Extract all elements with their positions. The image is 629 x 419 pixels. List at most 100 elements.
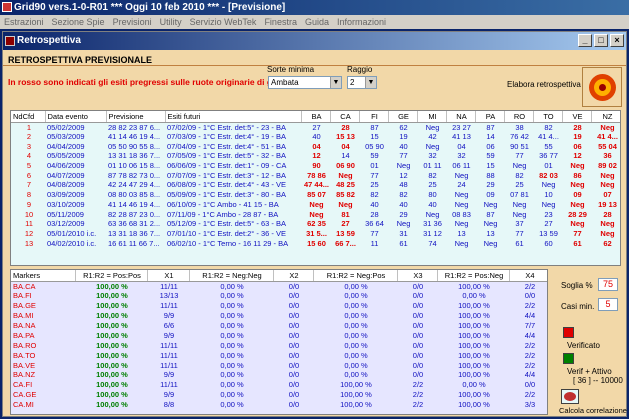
column-header[interactable]: CA [330, 111, 360, 123]
table-row[interactable]: 6 04/07/2009 87 78 82 73 0... 07/07/09 - 1°… [11, 170, 620, 180]
table-row[interactable]: 13 04/02/2010 i.c. 16 61 11 66 7... 06/02/1… [11, 238, 620, 248]
table-row[interactable]: BA.TO 100,00 % 11/11 0,00 % 0/0 0,00 % 0/0 100,… [11, 350, 547, 360]
table-cell: 2/2 [412, 390, 424, 400]
table-row[interactable]: BA.NZ 100,00 % 9/9 0,00 % 0/0 0,00 % 0/0 100,00… [11, 370, 547, 380]
table-row[interactable]: 7 04/08/2009 42 24 47 29 4... 06/08/09 - 1°… [11, 180, 620, 190]
column-header[interactable]: TO [533, 111, 563, 123]
table-cell: 0,00 % [344, 301, 368, 311]
calcola-button[interactable] [561, 389, 579, 404]
raggio-select[interactable]: 2 ▼ [347, 76, 377, 89]
table-row[interactable]: BA.MI 100,00 % 9/9 0,00 % 0/0 0,00 % 0/0 100,00… [11, 311, 547, 321]
column-header[interactable]: Markers [11, 270, 76, 282]
table-cell: 06/08/09 - 1°C Estr. det:4° - 43 - VE [167, 180, 286, 190]
table-cell: Neg [454, 238, 469, 248]
table-cell: 11 [370, 238, 379, 248]
table-row[interactable]: 1 05/02/2009 28 82 23 87 6... 07/02/09 - 1°… [11, 122, 620, 132]
table-cell: 03/10/2009 [47, 199, 85, 209]
table-row[interactable]: 8 03/09/2009 08 80 03 85 8... 05/09/09 - 1°… [11, 190, 620, 200]
menu-item[interactable]: Servizio WebTek [186, 15, 261, 29]
soglia-input[interactable]: 75 [598, 278, 618, 291]
table-cell: 25 [428, 180, 437, 190]
table-row[interactable]: 12 05/01/2010 i.c. 13 31 18 36 7... 07/01/1… [11, 229, 620, 239]
column-header[interactable]: X3 [397, 270, 438, 282]
table-row[interactable]: 10 05/11/2009 82 28 87 23 0... 07/11/09 - 1… [11, 209, 620, 219]
column-header[interactable]: R1:R2 = Pos:Pos [75, 270, 148, 282]
table-cell: 28 [370, 209, 379, 219]
column-header[interactable]: PA [475, 111, 505, 123]
table-cell: 15 60 [307, 238, 326, 248]
table-row[interactable]: BA.PA 100,00 % 9/9 0,00 % 0/0 0,00 % 0/0 100,00… [11, 330, 547, 340]
table-cell: 0,00 % [344, 321, 368, 330]
column-header[interactable]: RO [504, 111, 534, 123]
column-header[interactable]: Previsione [106, 111, 166, 123]
table-cell: 0,00 % [462, 380, 486, 390]
table-row[interactable]: BA.VE 100,00 % 11/11 0,00 % 0/0 0,00 % 0/0 100,… [11, 360, 547, 370]
table-cell: Neg [541, 180, 556, 190]
table-row[interactable]: BA.CA 100,00 % 11/11 0,00 % 0/0 0,00 % 0/0 100,… [11, 281, 547, 291]
column-header[interactable]: BA [301, 111, 331, 123]
table-row[interactable]: BA.RO 100,00 % 11/11 0,00 % 0/0 0,00 % 0/0 100,… [11, 340, 547, 350]
table-cell: 2/2 [524, 301, 536, 311]
table-cell: 25 [370, 180, 379, 190]
table-row[interactable]: 11 03/12/2009 63 36 68 31 2... 05/12/09 - 1… [11, 219, 620, 229]
markers-grid[interactable]: Markers R1:R2 = Pos:Pos X1 R1:R2 = Neg:Neg X… [10, 269, 548, 415]
table-row[interactable]: 2 05/03/2009 41 14 46 19 4... 07/03/09 - 1°… [11, 132, 620, 142]
minimize-button[interactable]: _ [578, 34, 592, 47]
column-header[interactable]: R1:R2 = Neg:Neg [189, 270, 274, 282]
column-header[interactable]: R1:R2 = Pos:Neg [437, 270, 510, 282]
column-header[interactable]: X4 [509, 270, 547, 282]
table-row[interactable]: BA.FI 100,00 % 13/13 0,00 % 0/0 0,00 % 0/0 0,00… [11, 291, 547, 301]
table-cell: 2/2 [524, 281, 536, 291]
column-header[interactable]: NZ [591, 111, 620, 123]
table-cell: 48 [399, 180, 408, 190]
column-header[interactable]: MI [417, 111, 447, 123]
column-header[interactable]: Esiti futuri [165, 111, 302, 123]
table-cell: 82 [370, 190, 379, 200]
table-row[interactable]: BA.GE 100,00 % 11/11 0,00 % 0/0 0,00 % 0/0 100,… [11, 301, 547, 311]
table-cell: CA.FI [13, 380, 33, 390]
table-cell: 2/2 [524, 350, 536, 360]
table-cell: 86 [573, 170, 582, 180]
menu-item[interactable]: Estrazioni [0, 15, 48, 29]
menu-item[interactable]: Informazioni [333, 15, 390, 29]
column-header[interactable]: VE [562, 111, 592, 123]
table-row[interactable]: CA.FI 100,00 % 11/11 0,00 % 0/0 100,00 % 2/2 0,… [11, 380, 547, 390]
column-header[interactable]: NA [446, 111, 476, 123]
table-cell: 2/2 [524, 340, 536, 350]
sorte-select[interactable]: Ambata ▼ [268, 76, 342, 89]
menu-item[interactable]: Utility [156, 15, 186, 29]
table-cell: 100,00 % [96, 400, 128, 410]
table-cell: CA.MI [13, 400, 34, 410]
table-row[interactable]: CA.MI 100,00 % 8/8 0,00 % 0/0 100,00 % 2/2 100,… [11, 400, 547, 410]
table-cell: 04 [457, 141, 466, 151]
menu-item[interactable]: Guida [301, 15, 333, 29]
column-header[interactable]: Data evento [45, 111, 107, 123]
table-cell: 05/03/2009 [47, 132, 85, 142]
table-row[interactable]: 4 05/05/2009 13 31 18 36 7... 07/05/09 - 1°… [11, 151, 620, 161]
column-header[interactable]: FI [359, 111, 389, 123]
column-header[interactable]: X2 [273, 270, 314, 282]
column-header[interactable]: X1 [147, 270, 190, 282]
table-cell: 6/6 [163, 321, 175, 330]
table-row[interactable]: 5 04/06/2009 01 10 06 15 8... 06/06/09 - 1°… [11, 161, 620, 171]
elabora-button[interactable] [582, 67, 622, 107]
menu-item[interactable]: Finestra [260, 15, 301, 29]
table-cell: 0/0 [412, 291, 424, 301]
menu-item[interactable]: Sezione Spie [48, 15, 109, 29]
table-cell: 11/11 [160, 340, 178, 350]
retrospettiva-grid[interactable]: NdCfd Data evento Previsione Esiti futuri BA… [10, 110, 621, 266]
table-row[interactable]: 9 03/10/2009 41 14 46 19 4... 06/10/09 - 1°… [11, 199, 620, 210]
table-row[interactable]: CA.GE 100,00 % 9/9 0,00 % 0/0 100,00 % 2/2 100,… [11, 390, 547, 400]
close-button[interactable]: × [610, 34, 624, 47]
menu-item[interactable]: Previsioni [109, 15, 156, 29]
column-header[interactable]: NdCfd [11, 111, 46, 123]
column-header[interactable]: GE [388, 111, 418, 123]
table-cell: 77 [399, 151, 408, 161]
table-row[interactable]: BA.NA 100,00 % 6/6 0,00 % 0/0 0,00 % 0/0 100,00… [11, 321, 547, 331]
column-header[interactable]: R1:R2 = Neg:Pos [313, 270, 398, 282]
table-row[interactable]: 3 04/04/2009 05 50 90 55 8... 07/04/09 - 1°… [11, 141, 620, 151]
table-cell: 78 86 [307, 170, 326, 180]
table-cell: BA.NA [13, 321, 36, 330]
casi-input[interactable]: 5 [598, 298, 618, 311]
maximize-button[interactable]: □ [594, 34, 608, 47]
